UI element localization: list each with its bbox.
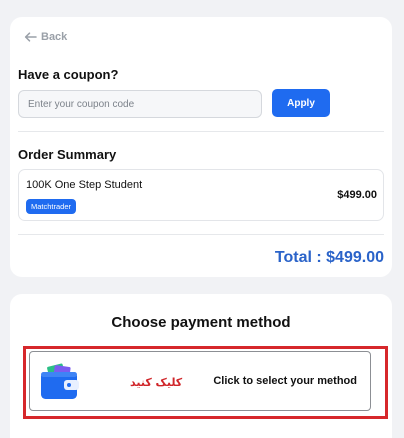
product-name: 100K One Step Student	[26, 179, 143, 191]
arrow-left-icon	[24, 32, 37, 42]
coupon-title: Have a coupon?	[18, 67, 119, 82]
click-annotation: کلیک کنید	[130, 376, 183, 389]
payment-title: Choose payment method	[111, 314, 291, 331]
platform-badge: Matchtrader	[26, 199, 77, 214]
order-total: Total : $499.00	[274, 249, 384, 266]
payment-card: Choose payment method کلیک کنید Click to…	[10, 294, 392, 438]
back-label: Back	[41, 31, 68, 43]
checkout-card: Back Have a coupon? Apply Order Summary …	[10, 17, 392, 277]
order-summary-title: Order Summary	[18, 147, 117, 162]
select-payment-method-button[interactable]: کلیک کنید Click to select your method	[29, 351, 371, 411]
divider	[18, 234, 384, 235]
order-item: 100K One Step Student Matchtrader $499.0…	[18, 169, 384, 221]
coupon-input[interactable]	[18, 90, 262, 118]
item-price: $499.00	[337, 189, 377, 201]
wallet-icon	[41, 363, 79, 399]
divider	[18, 131, 384, 132]
select-method-label: Click to select your method	[213, 375, 357, 387]
back-link[interactable]: Back	[24, 31, 67, 43]
apply-button[interactable]: Apply	[272, 89, 330, 117]
